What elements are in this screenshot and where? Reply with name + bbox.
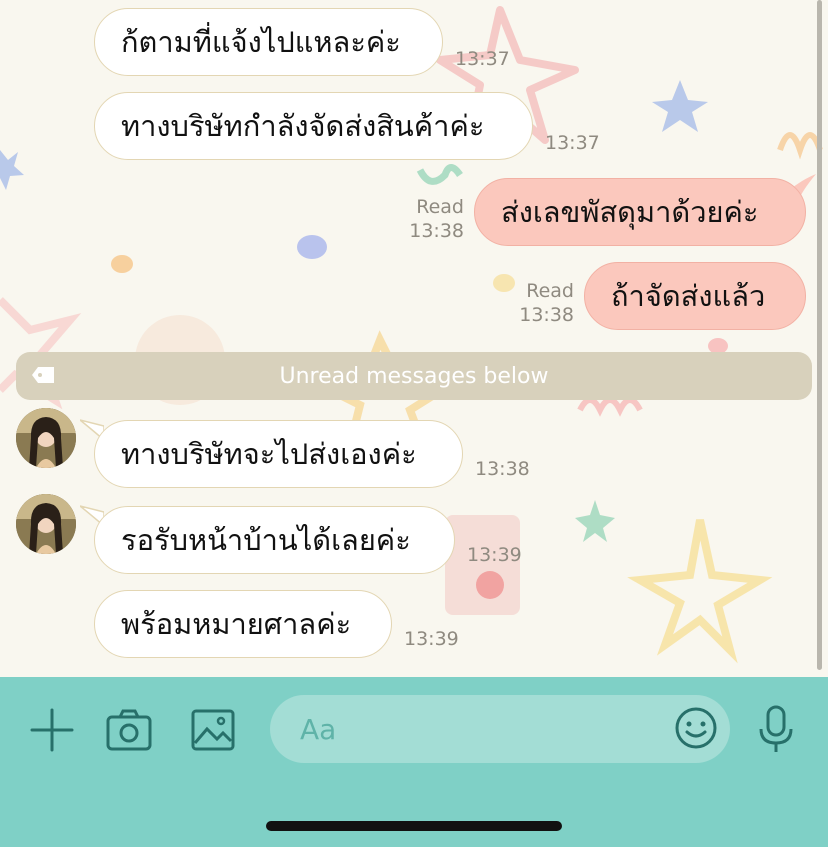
person-photo-icon [16,494,76,554]
message-time: 13:39 [404,628,459,650]
scrollbar[interactable] [817,0,822,670]
message-text: ส่งเลขพัสดุมาด้วยค่ะ [501,195,759,229]
message-bubble[interactable]: ส่งเลขพัสดุมาด้วยค่ะ [474,178,806,246]
emoji-icon[interactable] [672,704,720,752]
message-bubble[interactable]: รอรับหน้าบ้านได้เลยค่ะ [94,506,455,574]
message-input[interactable]: Aa [270,695,730,763]
message-text: พร้อมหมายศาลค่ะ [121,607,352,641]
message-text: รอรับหน้าบ้านได้เลยค่ะ [121,523,411,557]
person-photo-icon [16,408,76,468]
microphone-icon[interactable] [752,704,800,756]
read-status: Read [526,280,574,302]
message-bubble[interactable]: พร้อมหมายศาลค่ะ [94,590,392,658]
message-bubble[interactable]: ก้ตามที่แจ้งไปแหละค่ะ [94,8,443,76]
avatar[interactable] [16,408,76,468]
camera-icon[interactable] [104,706,154,754]
message-bubble[interactable]: ทางบริษัทจะไปส่งเองค่ะ [94,420,463,488]
unread-divider: Unread messages below [16,352,812,400]
message-text: ก้ตามที่แจ้งไปแหละค่ะ [121,25,401,59]
message-time: 13:38 [519,304,574,326]
read-status: Read [416,196,464,218]
chat-area[interactable]: ก้ตามที่แจ้งไปแหละค่ะ 13:37 ทางบริษัทกำล… [0,0,828,677]
message-time: 13:37 [455,48,510,70]
avatar[interactable] [16,494,76,554]
tag-icon [32,367,54,383]
message-input-placeholder: Aa [300,712,337,746]
message-time: 13:39 [467,544,522,566]
message-time: 13:37 [545,132,600,154]
home-indicator[interactable] [266,821,562,831]
message-bubble[interactable]: ทางบริษัทกำลังจัดส่งสินค้าค่ะ [94,92,533,160]
message-time: 13:38 [409,220,464,242]
message-text: ทางบริษัทจะไปส่งเองค่ะ [121,437,417,471]
image-icon[interactable] [188,706,238,754]
unread-divider-label: Unread messages below [279,363,549,389]
message-time: 13:38 [475,458,530,480]
plus-icon[interactable] [28,706,76,754]
message-meta: Read 13:38 [400,195,464,243]
message-meta: Read 13:38 [510,279,574,327]
message-bubble[interactable]: ถ้าจัดส่งแล้ว [584,262,806,330]
message-text: ถ้าจัดส่งแล้ว [611,279,766,313]
message-text: ทางบริษัทกำลังจัดส่งสินค้าค่ะ [121,109,485,143]
